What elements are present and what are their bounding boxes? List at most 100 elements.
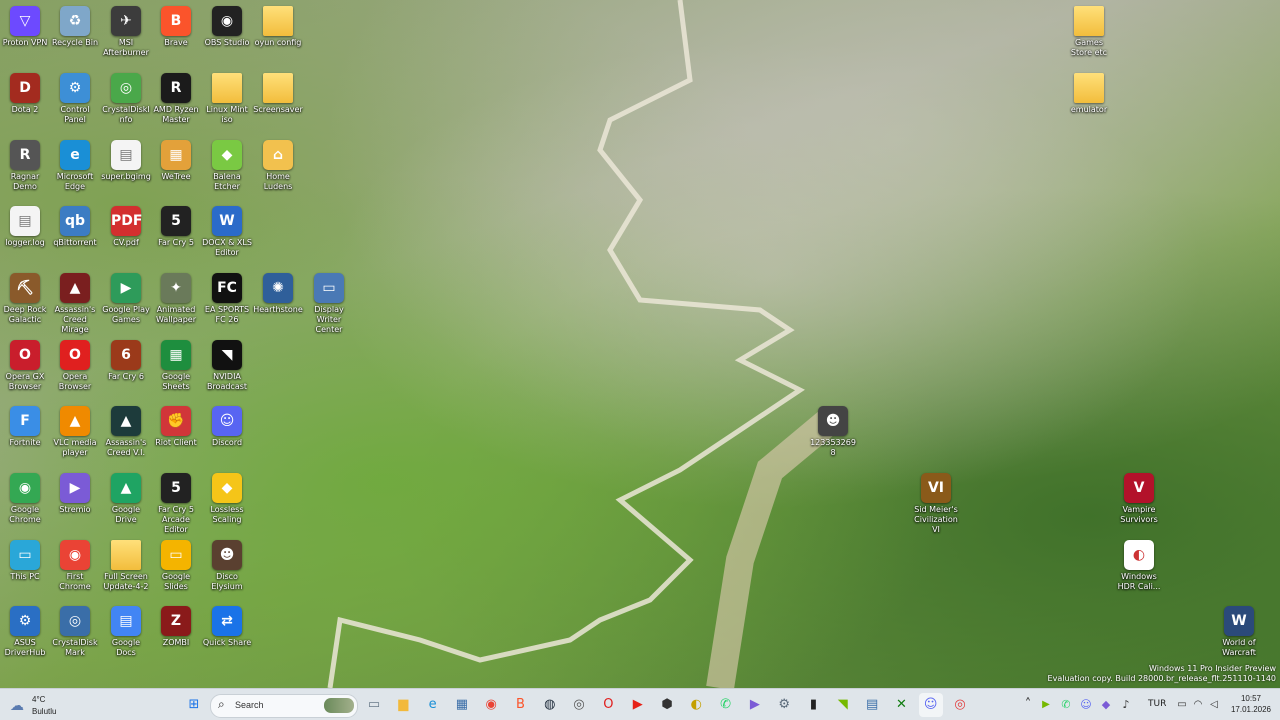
desktop-icon[interactable]: ⛏ Deep Rock Galactic (0, 269, 50, 333)
desktop-icon[interactable]: oyun config (253, 2, 303, 66)
desktop-icon[interactable]: ▤ super.bgimg (101, 136, 151, 200)
desktop-icon[interactable]: Linux Mint iso (202, 69, 252, 133)
opera-icon[interactable]: O (596, 693, 620, 717)
stremio-icon[interactable]: ▶ (743, 693, 767, 717)
desktop-icon[interactable]: O Opera Browser (50, 336, 100, 400)
desktop-icon[interactable]: ▶ Google Play Games (101, 269, 151, 333)
desktop-icon[interactable]: ◎ CrystalDiskMark (50, 602, 100, 666)
desktop-icon[interactable]: F Fortnite (0, 402, 50, 466)
desktop-icon-label: ASUS DriverHub (4, 638, 46, 657)
desktop-icon[interactable]: FC EA SPORTS FC 26 (202, 269, 252, 333)
desktop-icon[interactable]: emulator (1064, 69, 1114, 133)
desktop-icon[interactable]: W DOCX & XLS Editor (202, 202, 252, 266)
desktop-icon[interactable]: ▭ Google Slides (151, 536, 201, 600)
xbox-icon[interactable]: ✕ (889, 693, 913, 717)
file-explorer-icon[interactable]: ▭ (362, 693, 386, 717)
volume-icon[interactable]: ◁ (1202, 693, 1226, 717)
desktop-icon[interactable]: 6 Far Cry 6 (101, 336, 151, 400)
app-icon: ☺ (212, 406, 242, 436)
desktop-icon[interactable]: ✦ Animated Wallpaper (151, 269, 201, 333)
desktop-icon[interactable]: VI Sid Meier's Civilization VI (911, 469, 961, 534)
start-button[interactable]: ⊞ (182, 693, 206, 717)
desktop-icon[interactable]: ▦ WeTree (151, 136, 201, 200)
desktop-icon[interactable]: ◆ Balena Etcher (202, 136, 252, 200)
microphone-icon[interactable]: ♪ (1114, 693, 1138, 717)
nvidia-icon[interactable]: ◥ (831, 693, 855, 717)
discord-icon[interactable]: ☺ (918, 693, 943, 717)
desktop-icon-label: Display Writer Center (314, 305, 344, 334)
chrome-icon[interactable]: ◉ (479, 693, 503, 717)
desktop-icon[interactable]: ▭ This PC (0, 536, 50, 600)
desktop-icon[interactable]: ☻ 1233532698 (808, 402, 858, 466)
edge-icon[interactable]: e (421, 693, 445, 717)
desktop-icon[interactable]: Full Screen Update-4-2 (101, 536, 151, 600)
terminal-icon[interactable]: ▮ (802, 693, 826, 717)
desktop-icon[interactable]: 5 Far Cry 5 (151, 202, 201, 266)
desktop-icon[interactable]: ◉ Google Chrome (0, 469, 50, 533)
desktop-icon-label: 1233532698 (810, 438, 856, 457)
app-icon: ◥ (212, 340, 242, 370)
folder-icon[interactable]: ▆ (391, 693, 415, 717)
language-indicator[interactable]: TUR (1148, 699, 1166, 711)
app4-icon[interactable]: ▤ (860, 693, 884, 717)
desktop-icon[interactable]: W World of Warcraft (1214, 602, 1264, 666)
desktop-icon[interactable]: ◥ NVIDIA Broadcast (202, 336, 252, 400)
desktop-icon[interactable]: PDF CV.pdf (101, 202, 151, 266)
desktop-icon[interactable]: ♻ Recycle Bin (50, 2, 100, 66)
brave-icon[interactable]: B (509, 693, 533, 717)
desktop-icon[interactable]: ▶ Stremio (50, 469, 100, 533)
desktop-icon[interactable]: ◐ Windows HDR Cali... (1114, 536, 1164, 600)
youtube-icon[interactable]: ▶ (626, 693, 650, 717)
desktop-icon[interactable]: O Opera GX Browser (0, 336, 50, 400)
app2-icon[interactable]: ⬢ (655, 693, 679, 717)
desktop-icon[interactable]: ◉ First Chrome (50, 536, 100, 600)
desktop-icon-label: CrystalDiskMark (52, 638, 98, 657)
desktop-icon[interactable]: ⌂ Home Ludens (253, 136, 303, 200)
desktop-icon[interactable]: Z ZOMBI (151, 602, 201, 666)
search-box[interactable]: ⌕ Search (210, 694, 358, 718)
desktop-icon[interactable]: ✺ Hearthstone (253, 269, 303, 333)
steam-icon[interactable]: ◍ (538, 693, 562, 717)
app3-icon[interactable]: ◐ (684, 693, 708, 717)
clock[interactable]: 10:57 17.01.2026 (1224, 693, 1278, 715)
desktop-icon[interactable]: ▽ Proton VPN (0, 2, 50, 66)
desktop-icon[interactable]: ⇄ Quick Share (202, 602, 252, 666)
desktop-icon[interactable]: ▤ Google Docs (101, 602, 151, 666)
desktop-icon[interactable]: ◆ Lossless Scaling (202, 469, 252, 533)
desktop-icon[interactable]: ✊ Riot Client (151, 402, 201, 466)
desktop-icon[interactable]: ▦ Google Sheets (151, 336, 201, 400)
desktop-icon[interactable]: Screensaver (253, 69, 303, 133)
desktop-icon[interactable]: ▲ Assassin's Creed V.I. (101, 402, 151, 466)
desktop-icon[interactable]: ◎ CrystalDiskInfo (101, 69, 151, 133)
desktop-icon[interactable]: ▲ VLC media player (50, 402, 100, 466)
desktop-icon[interactable]: ☺ Discord (202, 402, 252, 466)
desktop-icon[interactable]: qb qBittorrent (50, 202, 100, 266)
desktop-icon[interactable]: Games Store etc (1064, 2, 1114, 66)
whatsapp-icon[interactable]: ✆ (714, 693, 738, 717)
desktop-icon[interactable]: ▲ Assassin's Creed Mirage (50, 269, 100, 334)
desktop-icon[interactable]: 5 Far Cry 5 Arcade Editor (151, 469, 201, 534)
desktop-icon[interactable]: ✈ MSI Afterburner (101, 2, 151, 66)
desktop-icon[interactable]: D Dota 2 (0, 69, 50, 133)
app5-icon[interactable]: ◎ (948, 693, 972, 717)
weather-widget[interactable]: ☁ 4°C Bulutlu (8, 692, 88, 718)
clock-date: 17.01.2026 (1230, 705, 1272, 714)
app-icon[interactable]: ◎ (567, 693, 591, 717)
desktop-icon[interactable]: ⚙ Control Panel (50, 69, 100, 133)
desktop-icon[interactable]: B Brave (151, 2, 201, 66)
desktop-icon[interactable]: ☻ Disco Elysium (202, 536, 252, 600)
search-icon: ⌕ (218, 697, 225, 711)
store-icon[interactable]: ▦ (450, 693, 474, 717)
desktop-icon[interactable]: e Microsoft Edge (50, 136, 100, 200)
desktop-icon-label: Animated Wallpaper (155, 305, 196, 324)
desktop-icon[interactable]: ▲ Google Drive (101, 469, 151, 533)
settings-icon[interactable]: ⚙ (772, 693, 796, 717)
desktop-icon[interactable]: ⚙ ASUS DriverHub (0, 602, 50, 666)
desktop-icon-label: Google Drive (111, 505, 141, 524)
desktop-icon[interactable]: R Ragnar Demo (0, 136, 50, 200)
desktop-icon[interactable]: ▤ logger.log (0, 202, 50, 266)
desktop-icon[interactable]: ▭ Display Writer Center (304, 269, 354, 334)
desktop-icon[interactable]: R AMD Ryzen Master (151, 69, 201, 133)
desktop-icon[interactable]: V Vampire Survivors (1114, 469, 1164, 533)
desktop-icon[interactable]: ◉ OBS Studio (202, 2, 252, 66)
